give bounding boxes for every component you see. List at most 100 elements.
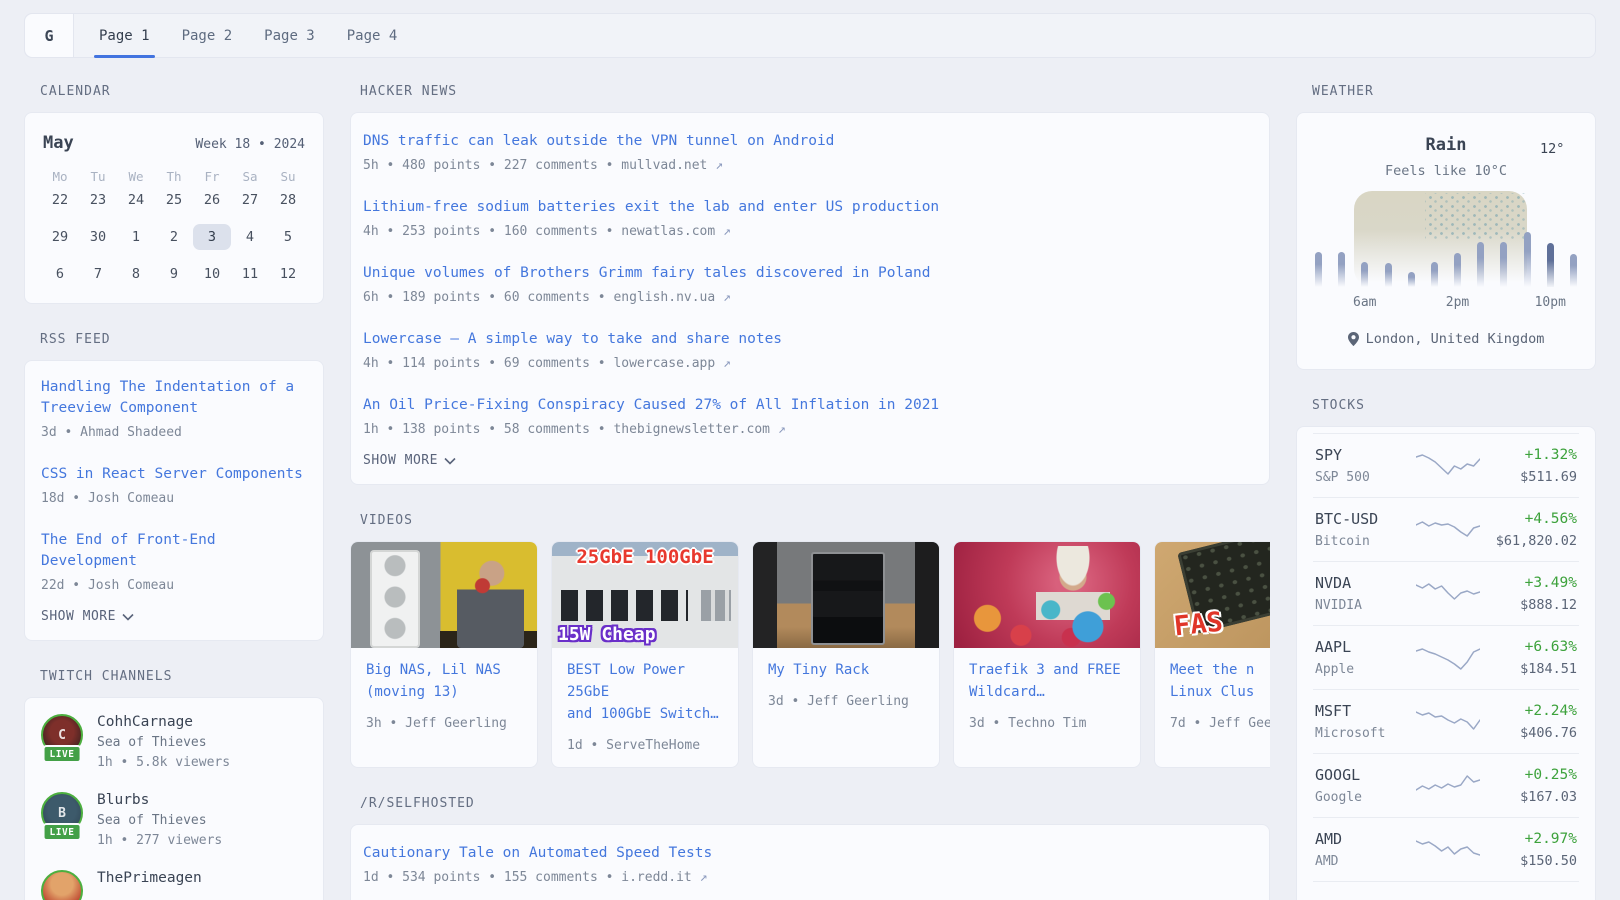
video-card[interactable]: LIL NAS Big NAS, Lil NAS (moving 13) 3h … (350, 541, 538, 768)
weather-bar (1500, 242, 1507, 287)
hackernews-item-title[interactable]: DNS traffic can leak outside the VPN tun… (363, 131, 1257, 152)
external-link-icon: ↗ (778, 422, 786, 437)
calendar-day: 1 (117, 224, 155, 250)
video-title[interactable]: Big NAS, Lil NAS (moving 13) (366, 662, 501, 700)
video-thumbnail (753, 542, 939, 648)
calendar-day: 24 (117, 187, 155, 213)
calendar-day: 3 (193, 224, 231, 250)
calendar-days: 222324252627282930123456789101112 (41, 187, 307, 287)
video-card[interactable]: 25GbE 100GbE 15W Cheap BEST Low Power 25… (551, 541, 739, 768)
stock-name: Apple (1315, 662, 1411, 677)
weather-bar (1524, 232, 1531, 287)
stock-row: AAPL Apple +6.63% $184.51 (1313, 625, 1579, 689)
thumbnail-overlay-text: 25GbE 100GbE (552, 546, 738, 568)
app-logo[interactable]: G (25, 14, 74, 57)
chevron-down-icon (444, 457, 456, 465)
twitch-channel-item[interactable]: B LIVE Blurbs Sea of Thieves 1h • 277 vi… (41, 792, 307, 848)
right-column: WEATHER Rain Feels like 10°C 12° 6am2pm1… (1296, 84, 1596, 900)
video-card[interactable]: My Tiny Rack 3d • Jeff Geerling (752, 541, 940, 768)
twitch-channel-name[interactable]: Blurbs (97, 792, 222, 808)
video-title[interactable]: Meet the n Linux Clus (1170, 662, 1254, 700)
weather-time-label: 2pm (1446, 295, 1469, 310)
hackernews-item-title[interactable]: An Oil Price-Fixing Conspiracy Caused 27… (363, 395, 1257, 416)
twitch-channel-name[interactable]: ThePrimeagen (97, 870, 202, 886)
rss-item-title[interactable]: Handling The Indentation of a Treeview C… (41, 377, 307, 419)
video-thumbnail: FAS (1155, 542, 1270, 648)
stock-name: Google (1315, 790, 1411, 805)
twitch-channel-item[interactable]: C LIVE CohhCarnage Sea of Thieves 1h • 5… (41, 714, 307, 770)
calendar-day: 12 (269, 261, 307, 287)
weather-time-label: 10pm (1535, 295, 1566, 310)
hackernews-item: Lithium-free sodium batteries exit the l… (363, 197, 1257, 239)
external-link-icon: ↗ (723, 356, 731, 371)
videos-row: LIL NAS Big NAS, Lil NAS (moving 13) 3h … (350, 541, 1270, 768)
hackernews-show-more-button[interactable]: SHOW MORE (363, 451, 456, 468)
page-tab[interactable]: Page 2 (177, 14, 238, 57)
stock-price: $184.51 (1485, 661, 1577, 677)
twitch-channel-name[interactable]: CohhCarnage (97, 714, 230, 730)
video-card[interactable]: FAS Meet the n Linux Clus 7d • Jeff Geer… (1154, 541, 1270, 768)
reddit-item-meta: 1d • 534 points • 155 comments • i.redd.… (363, 870, 1257, 885)
selfhosted-section-label: /R/SELFHOSTED (360, 796, 1270, 811)
twitch-game[interactable]: Sea of Thieves (97, 735, 230, 750)
calendar-day: 22 (41, 187, 79, 213)
twitch-avatar-wrap: B LIVE (41, 792, 83, 834)
stock-name: NVIDIA (1315, 598, 1411, 613)
reddit-item: Cautionary Tale on Automated Speed Tests… (363, 843, 1257, 885)
calendar-week-year: Week 18 • 2024 (195, 137, 305, 152)
video-title[interactable]: My Tiny Rack (768, 662, 869, 678)
twitch-channel-item[interactable]: LIVE ThePrimeagen (41, 870, 307, 900)
rss-item-meta: 18d • Josh Comeau (41, 491, 307, 506)
left-column: CALENDAR May Week 18 • 2024 MoTuWeThFrSa… (24, 84, 324, 900)
page-tab[interactable]: Page 1 (94, 14, 155, 57)
video-title[interactable]: Traefik 3 and FREE Wildcard… (969, 662, 1121, 700)
external-link-icon: ↗ (723, 224, 731, 239)
calendar-grid: MoTuWeThFrSaSu (41, 169, 307, 187)
rss-widget: Handling The Indentation of a Treeview C… (24, 360, 324, 641)
calendar-day: 29 (41, 224, 79, 250)
calendar-widget: May Week 18 • 2024 MoTuWeThFrSaSu 222324… (24, 112, 324, 304)
weather-section-label: WEATHER (1312, 84, 1596, 99)
video-meta: 3d • Techno Tim (969, 716, 1125, 731)
stock-sparkline (1411, 772, 1485, 800)
rss-item-title[interactable]: CSS in React Server Components (41, 464, 307, 485)
rss-item-title[interactable]: The End of Front-End Development (41, 530, 307, 572)
twitch-avatar-wrap: C LIVE (41, 714, 83, 756)
video-thumbnail: LIL NAS (351, 542, 537, 648)
reddit-item-title[interactable]: Cautionary Tale on Automated Speed Tests (363, 843, 1257, 864)
thumbnail-overlay-text: FAS (1172, 606, 1224, 642)
stock-row: SPY S&P 500 +1.32% $511.69 (1313, 433, 1579, 497)
video-meta: 3h • Jeff Geerling (366, 716, 522, 731)
rss-item: The End of Front-End Development 22d • J… (41, 530, 307, 593)
calendar-day: 27 (231, 187, 269, 213)
stock-price: $406.76 (1485, 725, 1577, 741)
stock-change: +2.24% (1485, 703, 1577, 719)
video-meta: 7d • Jeff Geerling (1170, 716, 1270, 731)
hackernews-item-title[interactable]: Unique volumes of Brothers Grimm fairy t… (363, 263, 1257, 284)
video-card[interactable]: Traefik 3 and FREE Wildcard… 3d • Techno… (953, 541, 1141, 768)
stock-sparkline (1411, 644, 1485, 672)
hackernews-item-title[interactable]: Lowercase – A simple way to take and sha… (363, 329, 1257, 350)
calendar-day: 5 (269, 224, 307, 250)
hackernews-item-meta: 1h • 138 points • 58 comments • thebigne… (363, 422, 1257, 437)
calendar-weekday: Th (155, 169, 193, 184)
twitch-game[interactable]: Sea of Thieves (97, 813, 222, 828)
hackernews-item-title[interactable]: Lithium-free sodium batteries exit the l… (363, 197, 1257, 218)
rss-show-more-button[interactable]: SHOW MORE (41, 607, 134, 624)
calendar-weekday: Fr (193, 169, 231, 184)
stock-sparkline (1411, 836, 1485, 864)
twitch-avatar (41, 870, 83, 900)
calendar-section-label: CALENDAR (40, 84, 324, 99)
hackernews-section-label: HACKER NEWS (360, 84, 1270, 99)
external-link-icon: ↗ (715, 158, 723, 173)
stock-symbol: NVDA (1315, 574, 1411, 592)
page-tab[interactable]: Page 4 (342, 14, 403, 57)
video-title[interactable]: BEST Low Power 25GbE and 100GbE Switch… (567, 662, 719, 722)
page-tab[interactable]: Page 3 (259, 14, 320, 57)
stock-price: $61,820.02 (1485, 533, 1577, 549)
calendar-weekday: We (117, 169, 155, 184)
video-meta: 1d • ServeTheHome (567, 738, 723, 753)
stock-symbol: GOOGL (1315, 766, 1411, 784)
calendar-day: 28 (269, 187, 307, 213)
live-badge: LIVE (43, 745, 82, 763)
